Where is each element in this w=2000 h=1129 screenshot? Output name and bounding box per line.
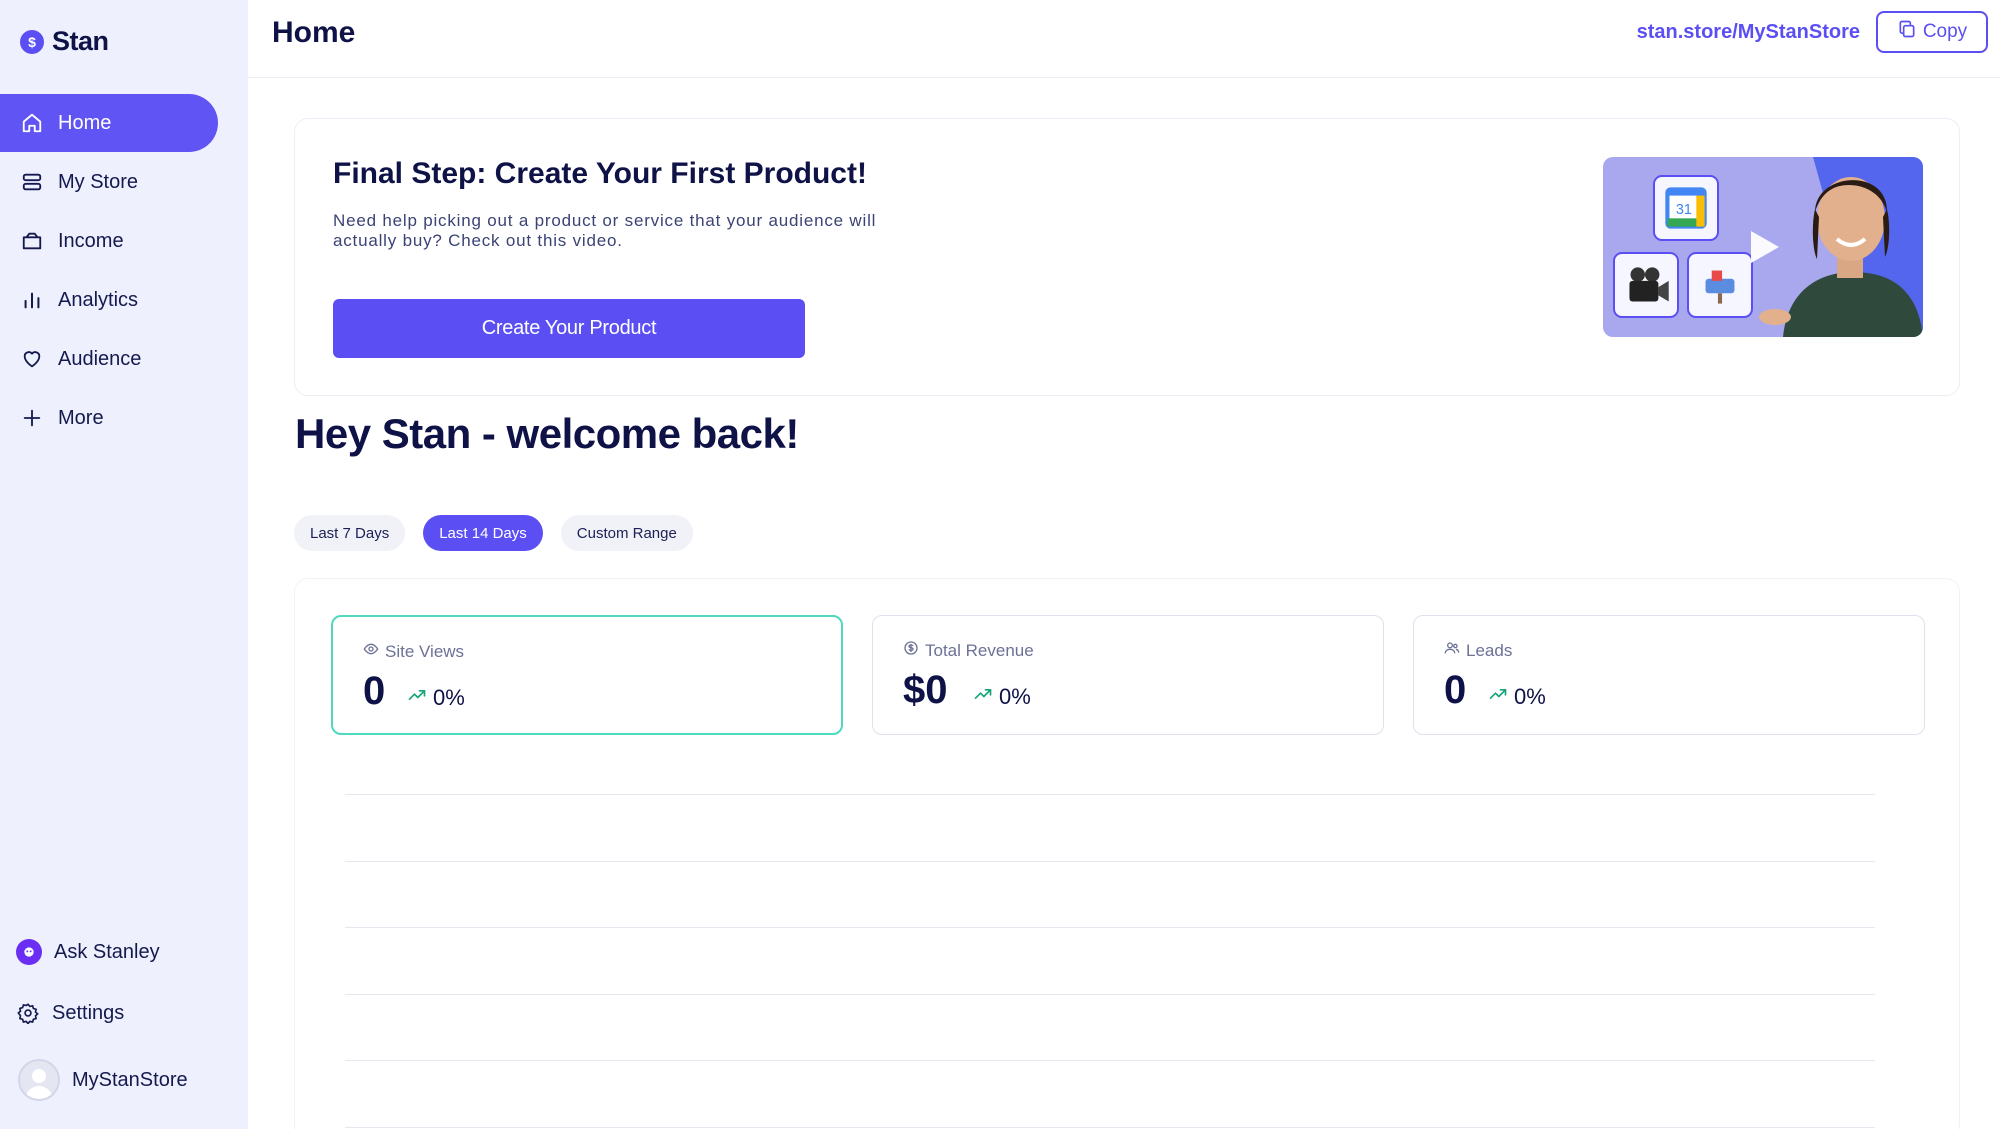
create-product-button[interactable]: Create Your Product [333,299,805,358]
stat-change: 0% [407,685,465,711]
sidebar-item-more[interactable]: More [0,389,218,447]
heart-icon [20,347,44,371]
range-tab-custom-range[interactable]: Custom Range [560,515,693,551]
stat-card-leads[interactable]: Leads 0 0% [1413,615,1925,735]
sidebar-item-analytics[interactable]: Analytics [0,271,218,329]
presenter-image [1759,177,1923,337]
video-camera-icon [1613,252,1679,318]
sidebar-item-audience[interactable]: Audience [0,330,218,388]
video-thumbnail[interactable]: 31 [1603,157,1923,337]
sidebar-item-my-store[interactable]: My Store [0,153,218,211]
sidebar-item-home[interactable]: Home [0,94,218,152]
svg-text:31: 31 [1676,202,1692,218]
chart-gridline [345,1060,1875,1061]
plus-icon [20,406,44,430]
dollar-circle-icon [903,640,919,661]
chart-gridline [345,927,1875,928]
stat-change-value: 0% [433,685,465,710]
stat-change: 0% [973,684,1031,710]
stat-change-value: 0% [999,684,1031,709]
chart-gridline [345,1127,1875,1128]
stat-value: 0 [363,669,386,713]
copy-icon [1897,19,1917,45]
sidebar-item-label: More [58,406,104,429]
sidebar-item-label: Home [58,111,112,134]
onboarding-description: Need help picking out a product or servi… [333,211,877,250]
sidebar-item-label: Analytics [58,288,139,311]
stat-value: $0 [903,668,948,712]
stat-label: Leads [1444,640,1512,661]
top-header: Home stan.store/MyStanStore Copy [248,0,2000,78]
chart-gridline [345,794,1875,795]
store-url-link[interactable]: stan.store/MyStanStore [1637,21,1860,44]
sidebar-item-label: Audience [58,347,142,370]
users-icon [1444,640,1460,661]
trend-up-icon [407,685,427,711]
brand-name: Stan [52,26,109,56]
brand-logo[interactable]: $ Stan [20,26,109,57]
range-tab-last-7-days[interactable]: Last 7 Days [294,515,406,551]
ask-stanley-label: Ask Stanley [54,940,160,963]
trend-up-icon [1488,684,1508,710]
stat-card-total-revenue[interactable]: Total Revenue $0 0% [872,615,1384,735]
stanley-bot-icon [16,939,42,965]
stat-label: Site Views [363,641,464,662]
stat-label-text: Leads [1466,640,1513,660]
range-tab-last-14-days[interactable]: Last 14 Days [423,515,543,551]
date-range-tabs: Last 7 Days Last 14 Days Custom Range [294,515,693,551]
sidebar-nav: Home My Store Income Analytics Audience [0,94,248,448]
sidebar-item-label: Income [58,229,124,252]
stat-card-site-views[interactable]: Site Views 0 0% [331,615,843,735]
dollar-coin-icon: $ [20,29,44,54]
copy-label: Copy [1922,21,1968,42]
stat-label-text: Total Revenue [925,640,1034,660]
onboarding-card: Final Step: Create Your First Product! N… [294,118,1960,396]
calendar-icon: 31 [1653,175,1719,241]
copy-link-button[interactable]: Copy [1876,11,1988,53]
onboarding-title: Final Step: Create Your First Product! [333,157,867,190]
eye-icon [363,641,379,662]
sidebar-item-income[interactable]: Income [0,212,218,270]
bar-chart-icon [20,288,44,312]
stat-change: 0% [1488,684,1546,710]
stat-change-value: 0% [1514,684,1546,709]
welcome-heading: Hey Stan - welcome back! [295,410,799,457]
gear-icon [16,1001,40,1025]
avatar [18,1059,60,1101]
settings-label: Settings [52,1001,125,1024]
stat-label-text: Site Views [385,641,465,661]
chart-gridline [345,861,1875,862]
home-icon [20,111,44,135]
trend-up-icon [973,684,993,710]
stat-label: Total Revenue [903,640,1034,661]
sidebar-item-label: My Store [58,170,139,193]
ask-stanley-button[interactable]: Ask Stanley [16,939,160,965]
chart-gridline [345,994,1875,995]
settings-button[interactable]: Settings [16,1001,124,1025]
account-name: MyStanStore [72,1068,188,1091]
store-icon [20,170,44,194]
stat-value: 0 [1444,668,1467,712]
account-menu[interactable]: MyStanStore [18,1059,188,1101]
sidebar: $ Stan Home My Store Income Analytics Au… [0,0,248,1129]
page-title: Home [272,16,356,49]
stats-panel: Site Views 0 0% Total Revenue $0 0% Lead… [294,578,1960,1129]
wallet-icon [20,229,44,253]
